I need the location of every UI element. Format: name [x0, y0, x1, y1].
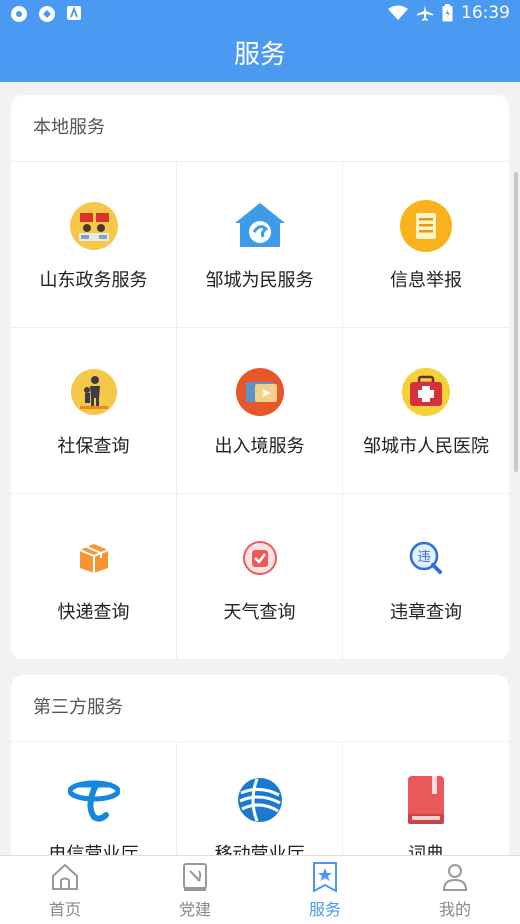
traffic-violation-icon: 违 [398, 530, 454, 586]
profile-icon [438, 860, 472, 894]
service-label: 电信营业厅 [48, 844, 139, 856]
service-express-query[interactable]: 快递查询 [11, 494, 177, 660]
social-security-icon [66, 364, 122, 420]
tab-label: 党建 [178, 900, 211, 919]
service-telecom-hall[interactable]: 电信营业厅 [11, 742, 177, 856]
local-services-card: 本地服务 山东政务服务 邹城为民服务 信息举报 社保查询 出入境服务 邹城市人民… [11, 95, 509, 660]
tab-label: 服务 [308, 900, 341, 919]
service-label: 邹城为民服务 [205, 269, 314, 291]
service-zoucheng-people[interactable]: 邹城为民服务 [177, 162, 343, 328]
service-label: 天气查询 [223, 601, 296, 623]
china-telecom-icon [66, 772, 122, 828]
service-exit-entry[interactable]: 出入境服务 [177, 328, 343, 494]
dictionary-icon [398, 772, 454, 828]
home-icon [48, 860, 82, 894]
third-party-services-title: 第三方服务 [11, 675, 509, 742]
package-icon [66, 530, 122, 586]
passport-icon [232, 364, 288, 420]
bottom-tab-bar: 首页 党建 服务 我的 [0, 855, 520, 924]
service-violation-query[interactable]: 违 违章查询 [343, 494, 509, 660]
service-social-security[interactable]: 社保查询 [11, 328, 177, 494]
services-star-icon [308, 860, 342, 894]
tab-home[interactable]: 首页 [0, 856, 130, 924]
tab-label: 首页 [48, 900, 81, 919]
service-shandong-government[interactable]: 山东政务服务 [11, 162, 177, 328]
service-label: 信息举报 [390, 269, 462, 291]
hospital-icon [398, 364, 454, 420]
tab-party-building[interactable]: 党建 [130, 856, 260, 924]
app-bar: 服务 [0, 28, 520, 82]
service-label: 社保查询 [57, 435, 130, 457]
status-bar: 16:39 [0, 0, 520, 28]
tab-mine[interactable]: 我的 [390, 856, 520, 924]
house-service-icon [232, 198, 288, 254]
service-label: 快递查询 [57, 601, 130, 623]
tab-label: 我的 [438, 900, 471, 919]
service-label: 出入境服务 [214, 435, 305, 457]
report-icon [398, 198, 454, 254]
service-label: 山东政务服务 [39, 269, 148, 291]
tab-services[interactable]: 服务 [260, 856, 390, 924]
third-party-services-card: 第三方服务 电信营业厅 移动营业厅 词典 [11, 675, 509, 856]
weather-icon [232, 530, 288, 586]
svg-text:违: 违 [417, 550, 430, 565]
china-mobile-icon [232, 772, 288, 828]
service-label: 邹城市人民医院 [363, 435, 489, 457]
page-title: 服务 [233, 40, 286, 70]
government-service-icon [66, 198, 122, 254]
service-weather-query[interactable]: 天气查询 [177, 494, 343, 660]
battery-icon [442, 4, 453, 22]
service-mobile-hall[interactable]: 移动营业厅 [177, 742, 343, 856]
airplane-icon [417, 5, 433, 21]
app-icon-1 [11, 6, 27, 22]
service-info-report[interactable]: 信息举报 [343, 162, 509, 328]
main-content[interactable]: 本地服务 山东政务服务 邹城为民服务 信息举报 社保查询 出入境服务 邹城市人民… [0, 82, 520, 856]
local-services-title: 本地服务 [11, 95, 509, 162]
app-icon-3 [67, 6, 81, 20]
service-label: 违章查询 [390, 601, 462, 623]
wifi-icon [388, 5, 408, 20]
service-label: 词典 [408, 844, 444, 856]
service-label: 移动营业厅 [214, 844, 305, 856]
service-dictionary[interactable]: 词典 [343, 742, 509, 856]
scrollbar[interactable] [514, 172, 518, 472]
status-time: 16:39 [461, 3, 510, 23]
app-icon-2 [39, 6, 55, 22]
party-building-icon [178, 860, 212, 894]
service-zoucheng-hospital[interactable]: 邹城市人民医院 [343, 328, 509, 494]
